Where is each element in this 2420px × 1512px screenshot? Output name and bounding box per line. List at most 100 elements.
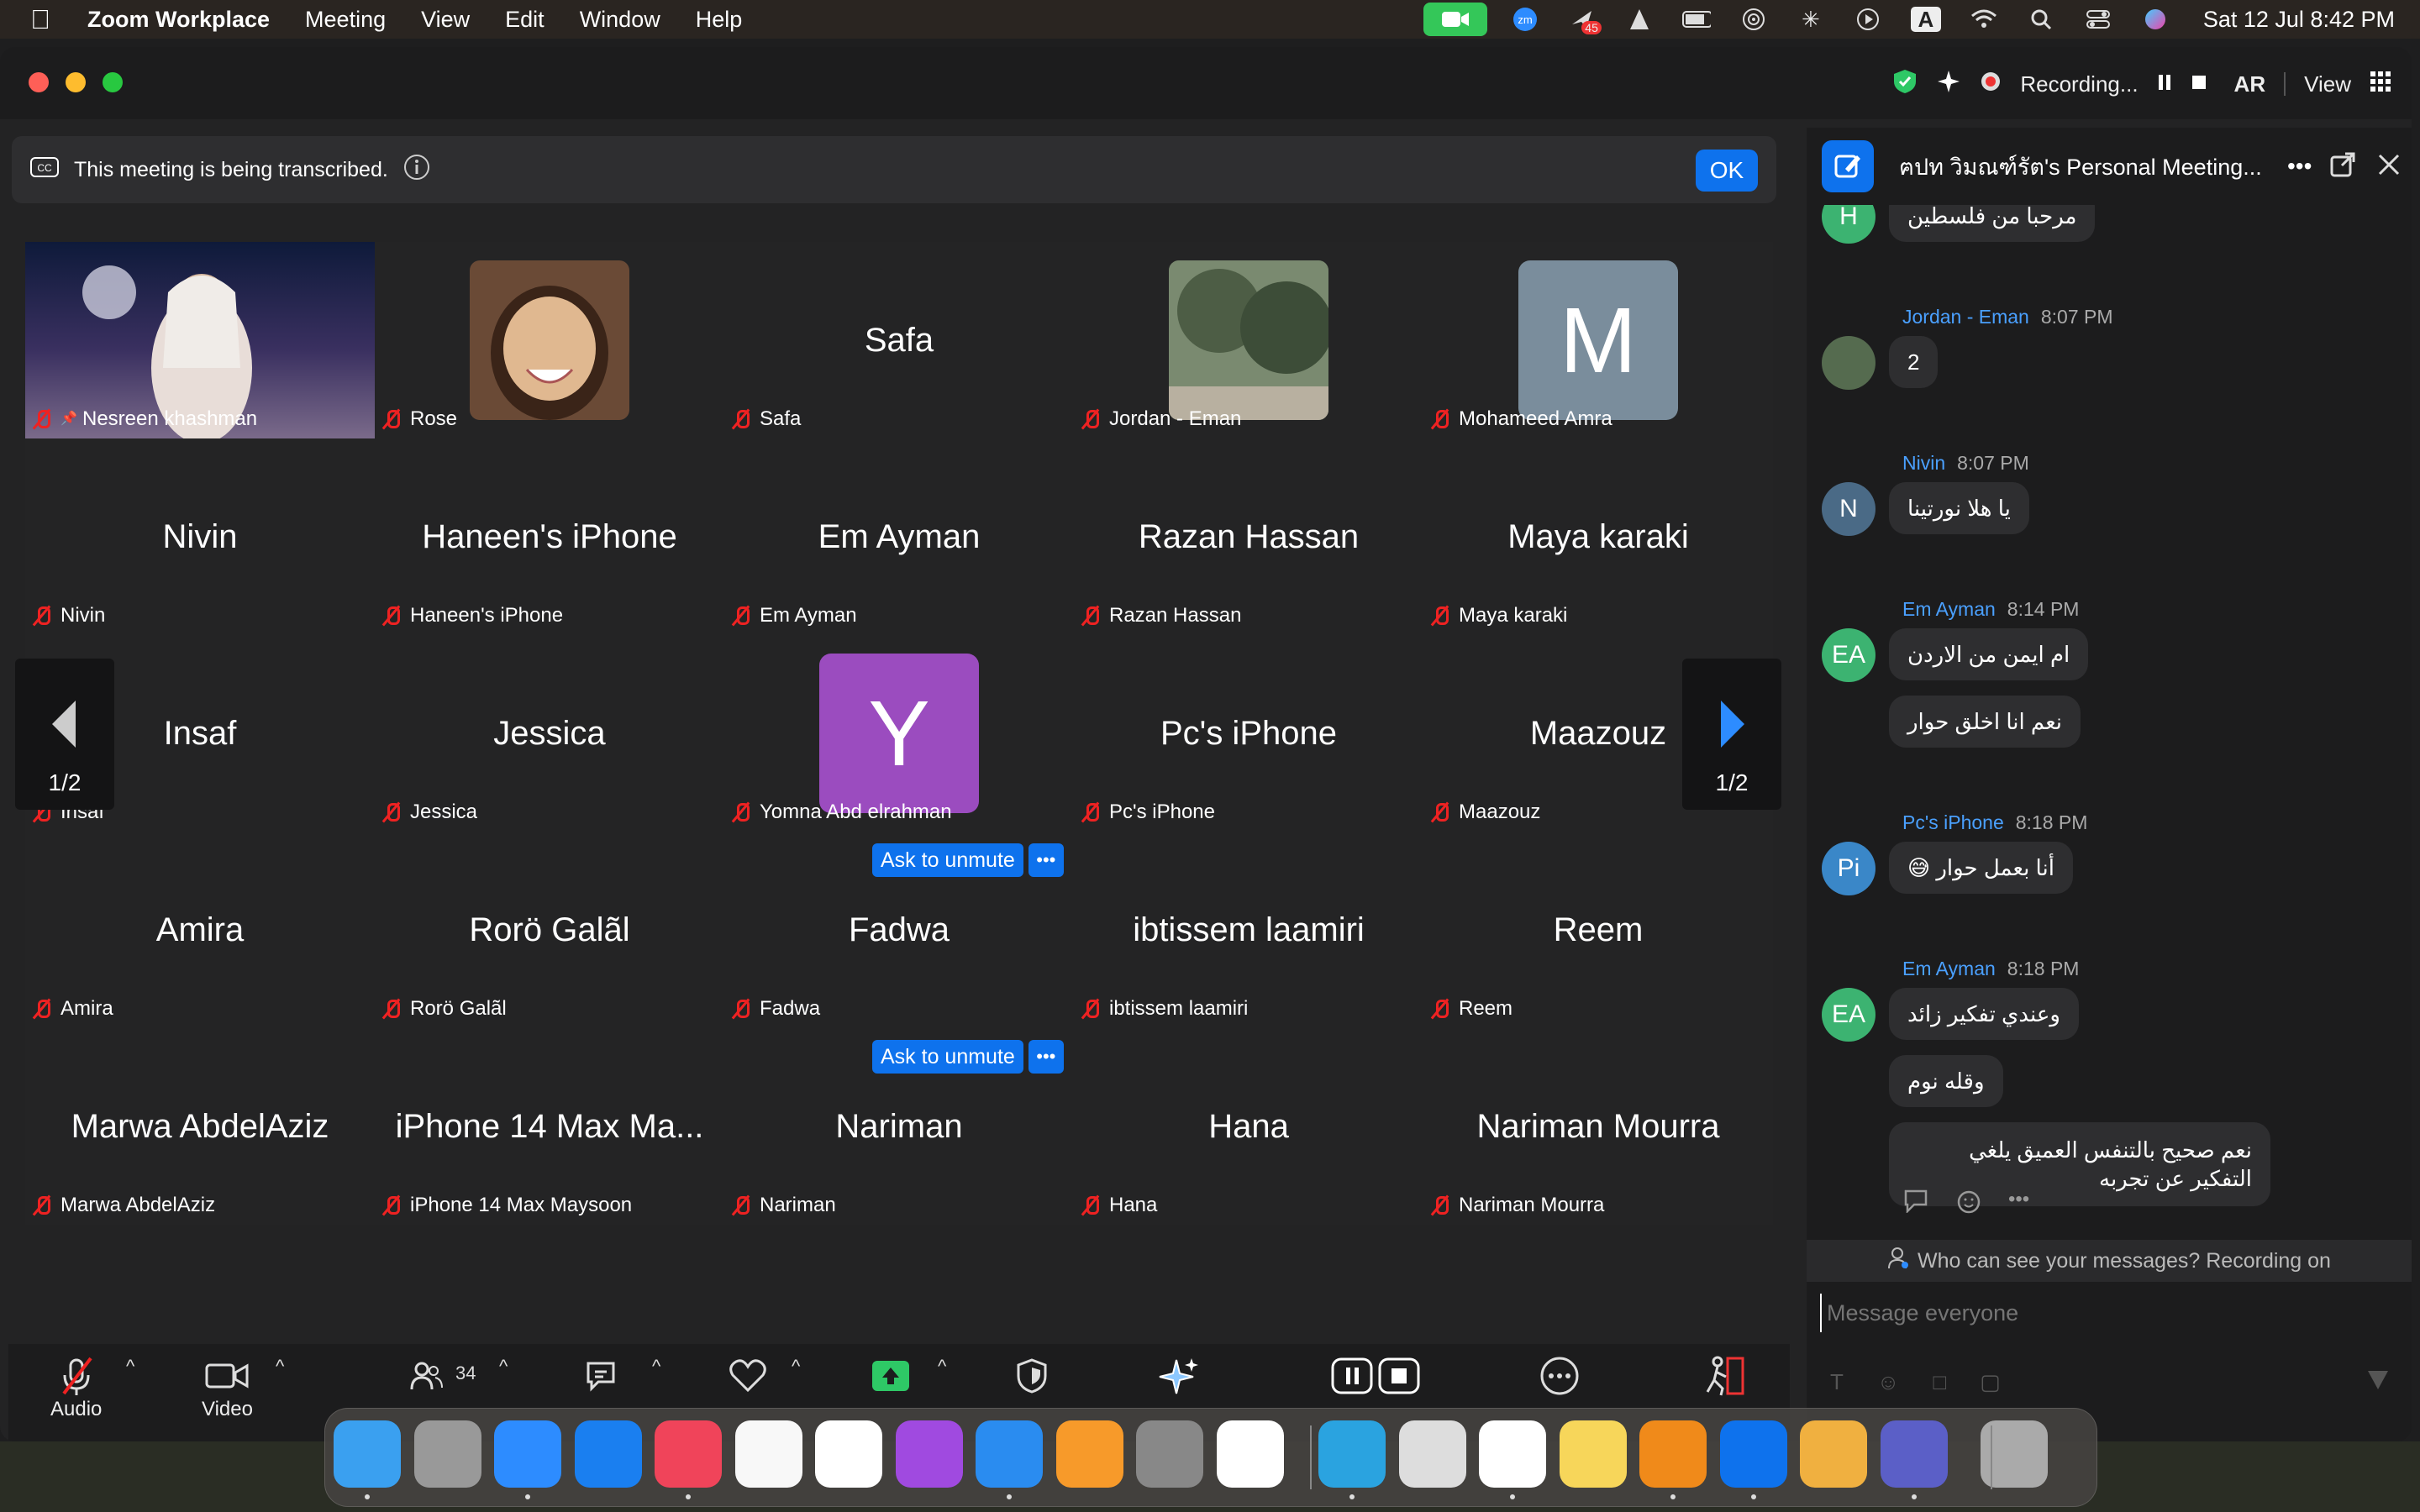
menubar-datetime[interactable]: Sat 12 Jul 8:42 PM [2203, 7, 2395, 33]
participant-tile[interactable]: Safa Safa [724, 242, 1074, 438]
info-icon[interactable] [403, 154, 430, 186]
message-bubble[interactable]: ام ايمن من الاردن [1889, 628, 2089, 680]
pause-recording-icon[interactable] [2157, 71, 2172, 97]
add-reaction-icon[interactable] [1956, 1188, 1983, 1219]
emoji-icon[interactable]: ☺ [1877, 1369, 1900, 1395]
chat-button[interactable] [585, 1354, 623, 1398]
participant-tile[interactable]: Pc's iPhone Pc's iPhone [1074, 635, 1423, 832]
sender-avatar[interactable] [1822, 336, 1876, 390]
battery-icon[interactable] [1681, 8, 1711, 31]
participant-tile[interactable]: 📌 Nesreen khashman [25, 242, 375, 438]
message-bubble[interactable]: مرحبا من فلسطين [1889, 205, 2096, 242]
language-button[interactable]: AR [2234, 71, 2266, 97]
sender-name[interactable]: Pc's iPhone [1902, 811, 2004, 833]
next-page-button[interactable]: 1/2 [1682, 659, 1781, 810]
system-settings-icon[interactable] [1136, 1420, 1203, 1488]
sender-avatar[interactable]: H [1822, 205, 1876, 244]
new-chat-icon[interactable] [1822, 140, 1874, 192]
menu-app-name[interactable]: Zoom Workplace [87, 7, 270, 33]
more-options-button[interactable]: ••• [1028, 843, 1064, 877]
ask-to-unmute-button[interactable]: Ask to unmute [872, 1040, 1023, 1074]
freeform-icon[interactable] [1216, 1420, 1284, 1488]
message-bubble[interactable]: يا هلا نورتينا [1889, 482, 2029, 534]
more-button[interactable] [1539, 1354, 1580, 1398]
notes-icon[interactable] [1559, 1420, 1627, 1488]
sender-avatar[interactable]: Pi [1822, 842, 1876, 895]
message-visibility-bar[interactable]: Who can see your messages? Recording on [1807, 1240, 2412, 1282]
audio-button[interactable]: Audio [50, 1354, 102, 1421]
safari-icon[interactable] [494, 1420, 561, 1488]
grid-view-icon[interactable] [2370, 71, 2391, 98]
recording-status[interactable]: Recording... [2020, 71, 2138, 97]
participant-tile[interactable]: Y Yomna Abd elrahman [724, 635, 1074, 832]
share-options-chevron-icon[interactable]: ^ [938, 1356, 946, 1378]
finder-icon[interactable] [334, 1420, 401, 1488]
teams-icon[interactable] [1880, 1420, 1948, 1488]
participant-tile[interactable]: ibtissem laamiri ibtissem laamiri [1074, 832, 1423, 1028]
share-screen-button[interactable] [871, 1354, 911, 1398]
keynote-icon[interactable] [976, 1420, 1043, 1488]
popout-icon[interactable] [2330, 152, 2355, 181]
wifi-icon[interactable] [1970, 8, 1998, 31]
screenshot-icon[interactable]: ▢ [1980, 1369, 2001, 1395]
video-button[interactable]: Video [202, 1354, 253, 1421]
input-source-icon[interactable]: A [1910, 7, 1941, 32]
sender-name[interactable]: Jordan - Eman [1902, 306, 2029, 328]
message-bubble[interactable]: نعم انا اخلق حوار [1889, 696, 2081, 748]
app-store-icon[interactable] [574, 1420, 642, 1488]
reply-thread-icon[interactable] [1902, 1188, 1931, 1219]
participant-tile[interactable]: Em Ayman Em Ayman [724, 438, 1074, 635]
chat-options-chevron-icon[interactable]: ^ [652, 1356, 660, 1378]
participant-tile[interactable]: Rose [375, 242, 724, 438]
camera-in-use-icon[interactable] [1423, 3, 1487, 36]
sender-avatar[interactable]: EA [1822, 628, 1876, 682]
previous-page-button[interactable]: 1/2 [15, 659, 114, 810]
launchpad-icon[interactable] [413, 1420, 481, 1488]
pause-stop-recording-button[interactable] [1331, 1354, 1423, 1398]
notification-badge-icon[interactable]: 45 [1568, 8, 1602, 34]
ok-button[interactable]: OK [1696, 150, 1758, 192]
menu-window[interactable]: Window [580, 7, 660, 33]
message-bubble[interactable]: وقله نوم [1889, 1055, 2003, 1107]
participant-tile[interactable]: Jordan - Eman [1074, 242, 1423, 438]
chat-more-icon[interactable]: ••• [2287, 153, 2312, 180]
participant-tile[interactable]: Jessica Jessica [375, 635, 724, 832]
participant-tile[interactable]: Amira Amira [25, 832, 375, 1028]
ask-to-unmute-button[interactable]: Ask to unmute [872, 843, 1023, 877]
calendar-icon[interactable] [815, 1420, 882, 1488]
sender-name[interactable]: Nivin [1902, 452, 1945, 474]
participant-tile[interactable]: Maya karaki Maya karaki [1423, 438, 1773, 635]
sender-avatar[interactable]: N [1822, 482, 1876, 536]
view-label[interactable]: View [2304, 71, 2351, 97]
telegram-icon[interactable] [1318, 1420, 1386, 1488]
participants-button[interactable] [410, 1354, 444, 1398]
participant-tile[interactable]: Hana Hana [1074, 1028, 1423, 1225]
stop-recording-icon[interactable] [2191, 71, 2207, 97]
message-more-icon[interactable]: ••• [2008, 1188, 2029, 1219]
menu-view[interactable]: View [421, 7, 470, 33]
message-bubble[interactable]: أنا بعمل حوار 😅 [1889, 842, 2073, 894]
pages-icon[interactable] [1055, 1420, 1123, 1488]
play-icon[interactable] [1854, 8, 1882, 31]
attach-file-icon[interactable]: □ [1933, 1369, 1946, 1395]
podcasts-icon[interactable] [895, 1420, 963, 1488]
react-options-chevron-icon[interactable]: ^ [792, 1356, 800, 1378]
host-tools-button[interactable] [1015, 1354, 1049, 1398]
participant-tile[interactable]: Haneen's iPhone Haneen's iPhone [375, 438, 724, 635]
menu-meeting[interactable]: Meeting [305, 7, 386, 33]
music-icon[interactable] [655, 1420, 722, 1488]
react-button[interactable] [728, 1354, 768, 1398]
encryption-shield-icon[interactable] [1892, 68, 1918, 101]
menu-help[interactable]: Help [696, 7, 743, 33]
ai-companion-button[interactable] [1156, 1354, 1202, 1398]
participants-options-chevron-icon[interactable]: ^ [499, 1356, 508, 1378]
sender-name[interactable]: Em Ayman [1902, 958, 1996, 979]
chrome-icon[interactable] [1479, 1420, 1546, 1488]
participant-tile[interactable]: M Mohameed Amra [1423, 242, 1773, 438]
menu-edit[interactable]: Edit [505, 7, 544, 33]
sender-name[interactable]: Em Ayman [1902, 598, 1996, 620]
vlc-icon[interactable] [1639, 1420, 1707, 1488]
zoom-icon[interactable] [1719, 1420, 1787, 1488]
message-input[interactable] [1820, 1294, 2391, 1332]
zoom-window-button[interactable] [103, 72, 123, 92]
